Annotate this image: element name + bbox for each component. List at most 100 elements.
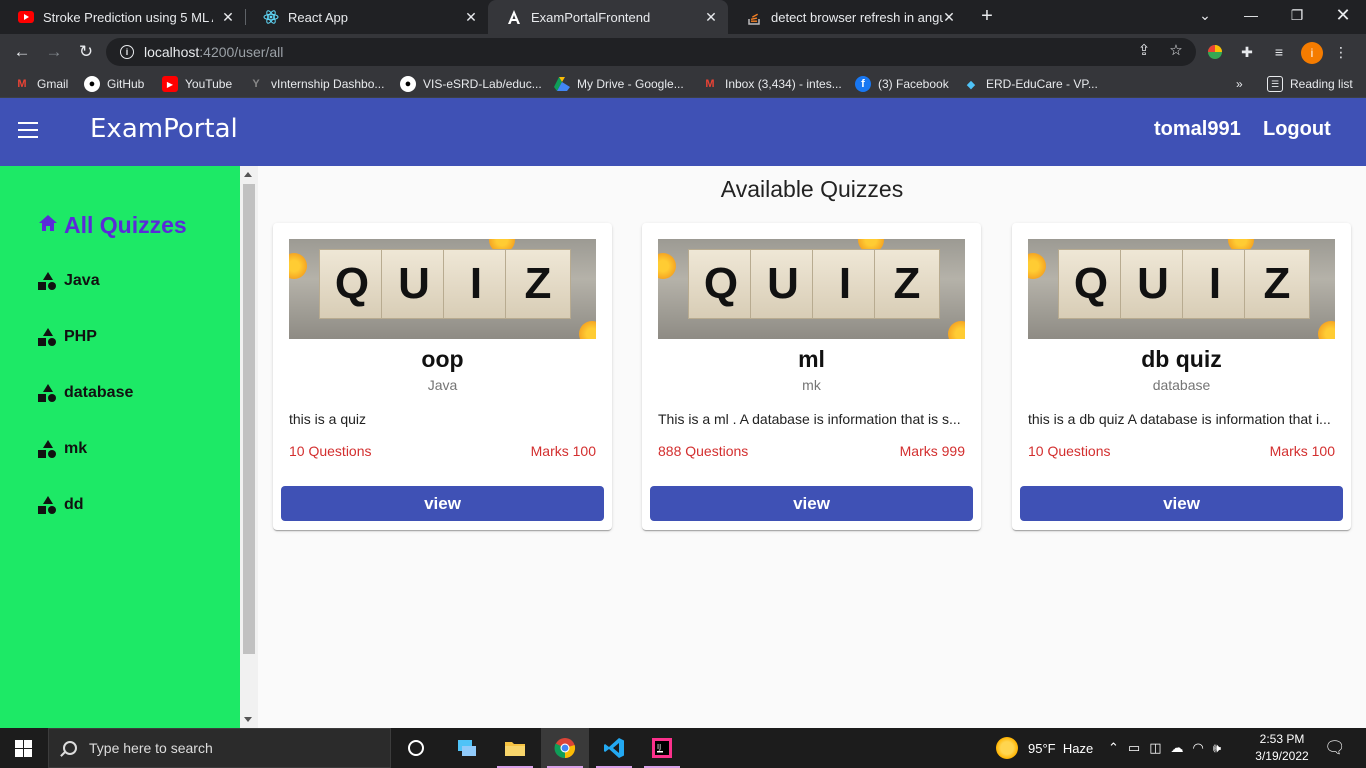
- quiz-marks: Marks 999: [899, 443, 965, 459]
- new-tab-button[interactable]: +: [976, 5, 998, 27]
- share-icon[interactable]: ⇪: [1134, 40, 1154, 60]
- chrome-icon[interactable]: [541, 728, 589, 768]
- google-drive-icon: [554, 76, 570, 92]
- brand-title[interactable]: ExamPortal: [90, 114, 238, 144]
- windows-start-icon[interactable]: [15, 740, 32, 757]
- bookmarks-bar: M Gmail ● GitHub ▶ YouTube YvInternship Das…: [0, 70, 1366, 98]
- category-icon: [38, 384, 58, 402]
- extensions-puzzle-icon[interactable]: ✚: [1237, 42, 1257, 62]
- intellij-icon[interactable]: IJ: [638, 728, 686, 768]
- quiz-card: Q U I Z oop Java this is a quiz 10 Quest…: [273, 223, 612, 530]
- category-icon: [38, 496, 58, 514]
- sidebar-item-dd[interactable]: dd: [38, 496, 84, 514]
- category-icon: [38, 272, 58, 290]
- reading-list[interactable]: ☰ Reading list: [1267, 75, 1353, 93]
- bookmark-vinternship[interactable]: YvInternship Dashbo...: [248, 75, 384, 93]
- tab-search-chevron-icon[interactable]: ⌄: [1182, 0, 1228, 30]
- extension-colorful-icon[interactable]: [1205, 42, 1225, 62]
- tab-react-app[interactable]: React App ✕: [245, 0, 488, 34]
- profile-avatar[interactable]: i: [1301, 42, 1323, 64]
- quiz-marks: Marks 100: [530, 443, 596, 459]
- quiz-description: this is a quiz: [289, 411, 367, 427]
- taskbar-search-box[interactable]: Type here to search: [48, 728, 391, 768]
- vscode-icon[interactable]: [590, 728, 638, 768]
- bookmark-vis-esrd[interactable]: ● VIS-eSRD-Lab/educ...: [400, 75, 542, 93]
- close-tab-icon[interactable]: ✕: [940, 8, 958, 26]
- category-icon: [38, 440, 58, 458]
- sidebar-scrollbar[interactable]: [240, 166, 258, 728]
- quiz-title: db quiz: [1141, 346, 1222, 372]
- quiz-card: Q U I Z db quiz database this is a db qu…: [1012, 223, 1351, 530]
- menu-kebab-icon[interactable]: ⋮: [1331, 42, 1351, 62]
- close-window-button[interactable]: ✕: [1320, 0, 1366, 30]
- onedrive-cloud-icon[interactable]: ☁: [1171, 740, 1184, 756]
- restore-button[interactable]: ❐: [1274, 0, 1320, 30]
- minimize-button[interactable]: —: [1228, 0, 1274, 30]
- bookmark-drive[interactable]: My Drive - Google...: [554, 75, 684, 93]
- scroll-up-arrow-icon[interactable]: [244, 172, 252, 177]
- browser-toolbar: ← → ↻ i localhost:4200/user/all ⇪ ☆ ✚ ≡ …: [0, 34, 1366, 70]
- quiz-questions: 10 Questions: [1028, 443, 1111, 459]
- svg-text:IJ: IJ: [657, 743, 661, 751]
- tab-title: detect browser refresh in angular: [771, 9, 943, 25]
- angular-icon: [506, 9, 522, 25]
- url-path: :4200/user/all: [199, 44, 284, 60]
- exam-portal-app: ExamPortal tomal991 Logout All Quizzes J…: [0, 98, 1366, 728]
- meet-now-icon[interactable]: ◫: [1149, 740, 1161, 756]
- back-arrow-icon[interactable]: ←: [8, 38, 36, 66]
- address-bar[interactable]: i localhost:4200/user/all: [106, 38, 1196, 66]
- system-tray: ⌃ ▭ ◫ ☁ ◠ 🕪: [1108, 728, 1221, 768]
- tab-examportal[interactable]: ExamPortalFrontend ✕: [488, 0, 728, 34]
- taskbar-clock[interactable]: 2:53 PM 3/19/2022: [1250, 731, 1314, 765]
- sidebar-item-label: dd: [64, 496, 84, 513]
- sidebar-item-mk[interactable]: mk: [38, 440, 87, 458]
- bookmark-inbox[interactable]: M Inbox (3,434) - intes...: [702, 75, 841, 93]
- scrollbar-thumb[interactable]: [243, 184, 255, 654]
- forward-arrow-icon[interactable]: →: [40, 38, 68, 66]
- notification-center-icon[interactable]: 🗨: [1324, 728, 1346, 768]
- folder-icon[interactable]: [491, 728, 539, 768]
- sidebar-item-php[interactable]: PHP: [38, 328, 97, 346]
- scroll-down-arrow-icon[interactable]: [244, 717, 252, 722]
- logout-link[interactable]: Logout: [1263, 118, 1331, 141]
- app-toolbar: ExamPortal tomal991 Logout: [0, 98, 1366, 166]
- bookmark-facebook[interactable]: f (3) Facebook: [855, 75, 949, 93]
- username-link[interactable]: tomal991: [1154, 118, 1241, 141]
- bookmark-youtube[interactable]: ▶ YouTube: [162, 75, 232, 93]
- task-view-icon[interactable]: [392, 728, 440, 768]
- bookmark-erd-educare[interactable]: ◆ ERD-EduCare - VP...: [963, 75, 1098, 93]
- bookmark-gmail[interactable]: M Gmail: [14, 75, 68, 93]
- view-quiz-button[interactable]: view: [281, 486, 604, 521]
- close-tab-icon[interactable]: ✕: [219, 8, 237, 26]
- page-title: Available Quizzes: [720, 176, 904, 202]
- sidebar-item-java[interactable]: Java: [38, 272, 100, 290]
- close-tab-icon[interactable]: ✕: [462, 8, 480, 26]
- sidebar-item-label: mk: [64, 440, 88, 457]
- bookmark-star-icon[interactable]: ☆: [1166, 40, 1186, 60]
- url-host: localhost: [144, 44, 200, 60]
- close-tab-icon[interactable]: ✕: [702, 8, 720, 26]
- clock-date: 3/19/2022: [1255, 749, 1309, 763]
- view-quiz-button[interactable]: view: [650, 486, 973, 521]
- quiz-image: Q U I Z: [1028, 239, 1335, 339]
- show-hidden-icons-chevron-icon[interactable]: ⌃: [1108, 740, 1119, 756]
- reload-icon[interactable]: ↻: [72, 38, 100, 66]
- media-control-icon[interactable]: ≡: [1269, 42, 1289, 62]
- tab-stroke-prediction[interactable]: Stroke Prediction using 5 ML Alg ✕: [0, 0, 245, 34]
- sidebar-item-database[interactable]: database: [38, 384, 133, 402]
- hamburger-menu-icon[interactable]: [18, 122, 38, 138]
- file-explorer-pc-icon[interactable]: [443, 728, 491, 768]
- reading-list-icon: ☰: [1267, 76, 1283, 92]
- wifi-icon[interactable]: ◠: [1193, 740, 1204, 756]
- more-bookmarks-icon[interactable]: »: [1236, 75, 1243, 93]
- weather-widget[interactable]: 95°F Haze: [996, 728, 1093, 768]
- view-quiz-button[interactable]: view: [1020, 486, 1343, 521]
- sidebar-all-quizzes[interactable]: All Quizzes: [38, 212, 187, 239]
- quiz-card: Q U I Z ml mk This is a ml . A database …: [642, 223, 981, 530]
- bookmark-github[interactable]: ● GitHub: [84, 75, 144, 93]
- volume-icon[interactable]: 🕪: [1213, 740, 1221, 756]
- sidebar-item-label: database: [64, 384, 134, 401]
- battery-icon[interactable]: ▭: [1128, 740, 1140, 756]
- site-info-icon[interactable]: i: [120, 45, 134, 59]
- tab-stackoverflow[interactable]: detect browser refresh in angular ✕: [728, 0, 966, 34]
